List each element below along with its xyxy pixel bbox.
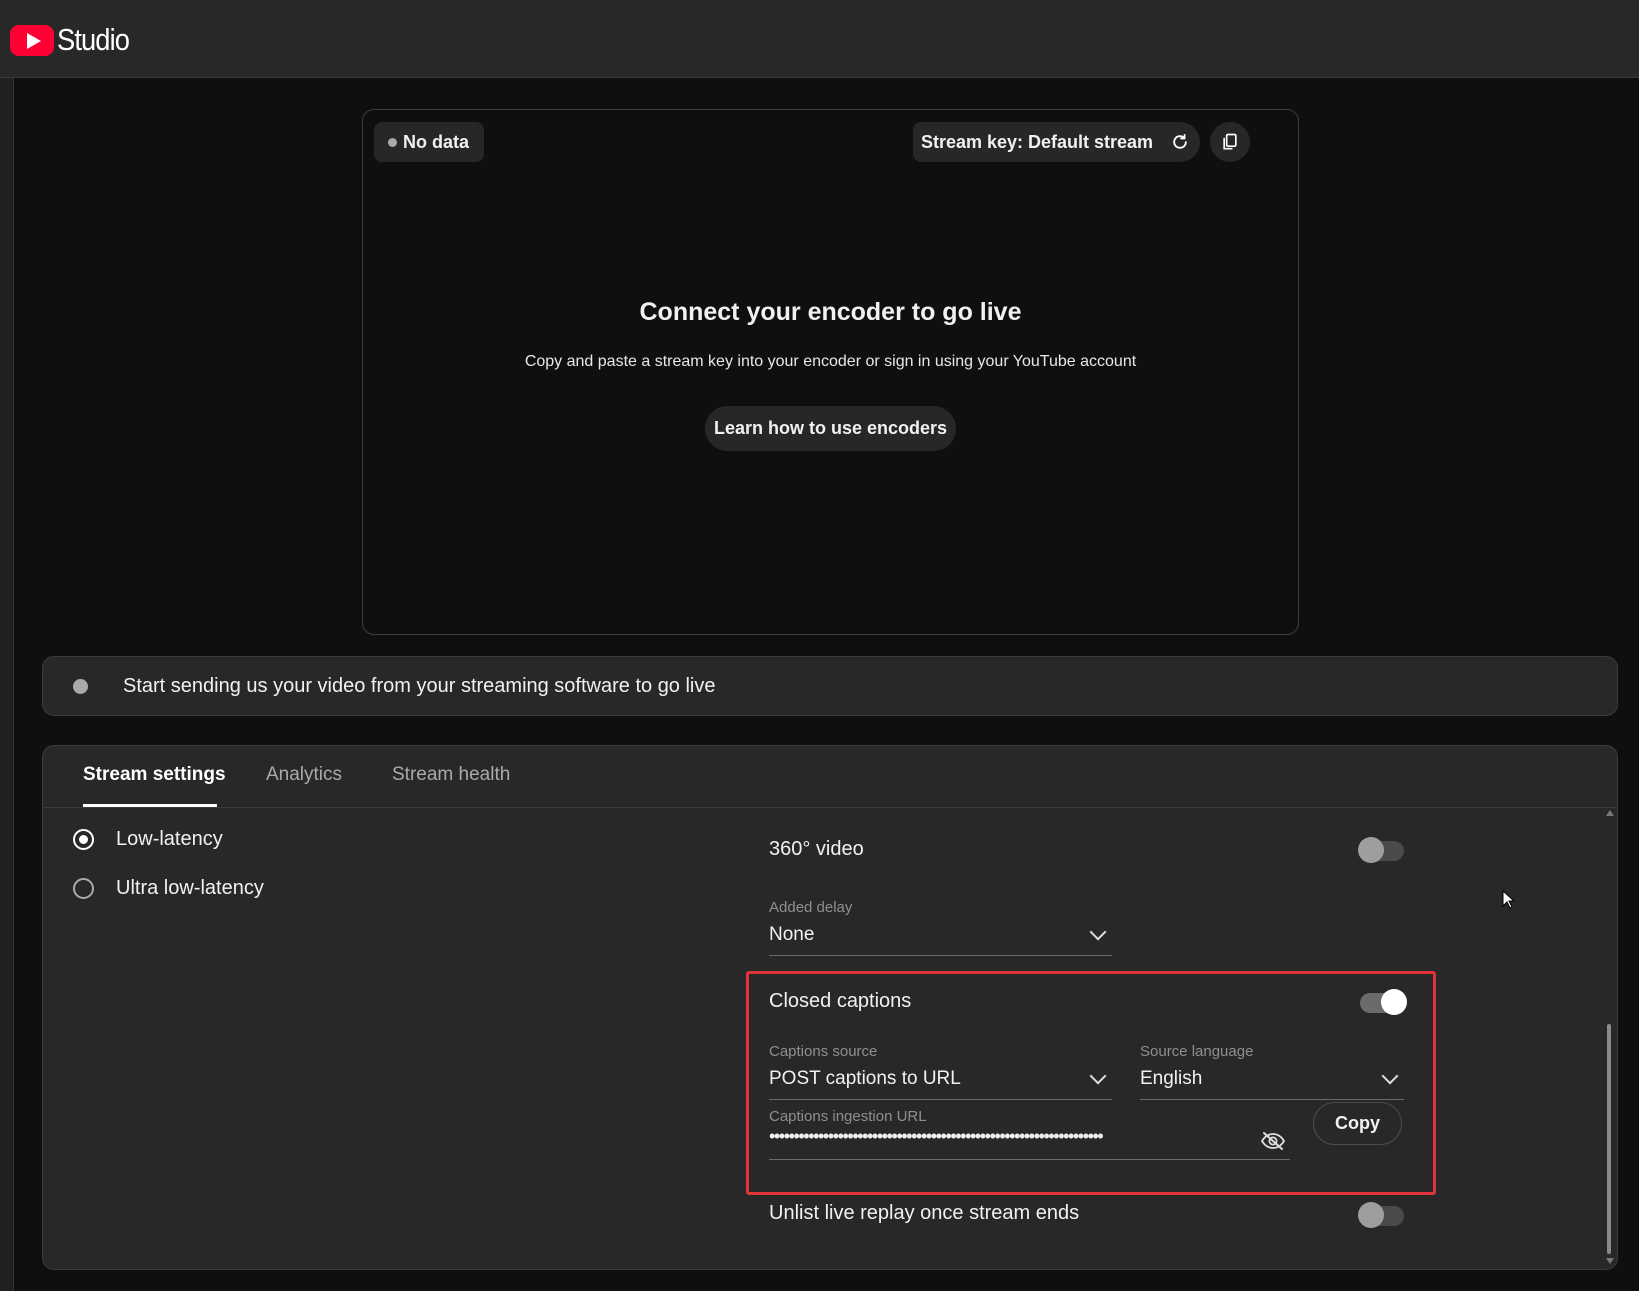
scroll-down-arrow-icon[interactable] [1606,1258,1614,1264]
copy-url-button[interactable]: Copy [1313,1102,1402,1145]
radio-button-selected[interactable] [73,829,94,850]
captions-url-masked: ••••••••••••••••••••••••••••••••••••••••… [769,1126,1104,1146]
status-chip-label: No data [403,131,470,152]
source-language-value: English [1140,1068,1203,1089]
chevron-down-icon [1381,1067,1399,1085]
source-language-label: Source language [1140,1043,1254,1060]
preview-subtitle: Copy and paste a stream key into your en… [524,353,1137,370]
tab-analytics[interactable]: Analytics [266,764,342,786]
mouse-pointer-icon [1502,890,1516,909]
radio-label: Low-latency [116,828,223,850]
tab-stream-settings[interactable]: Stream settings [83,764,226,786]
captions-source-select[interactable]: POST captions to URL [769,1066,1112,1100]
chevron-down-icon [1089,923,1107,941]
unlist-replay-label: Unlist live replay once stream ends [769,1202,1080,1224]
unlist-replay-toggle[interactable] [1358,1202,1404,1228]
status-dot-icon [73,679,88,694]
toggle-knob [1358,837,1384,863]
radio-label: Ultra low-latency [116,877,264,899]
studio-logo[interactable]: Studio [10,22,139,58]
status-dot-icon [388,137,397,147]
eye-off-icon[interactable] [1260,1130,1286,1152]
active-tab-indicator [83,804,217,807]
closed-captions-toggle[interactable] [1360,989,1407,1015]
preview-title: Connect your encoder to go live [639,298,1022,326]
stream-key-dropdown[interactable]: Stream key: Default stream [913,122,1187,162]
added-delay-value: None [769,924,815,945]
tab-stream-health[interactable]: Stream health [392,764,510,786]
source-language-select[interactable]: English [1140,1066,1404,1100]
radio-ultra-low-latency[interactable]: Ultra low-latency [73,877,264,900]
video-360-toggle[interactable] [1358,837,1404,863]
captions-source-value: POST captions to URL [769,1068,961,1089]
added-delay-select[interactable]: None [769,922,1112,956]
captions-source-label: Captions source [769,1043,878,1060]
video-360-label: 360° video [769,838,864,860]
refresh-button[interactable] [1160,122,1200,162]
chevron-down-icon [1089,1067,1107,1085]
added-delay-label: Added delay [769,899,853,916]
settings-scrollbar[interactable] [1605,808,1614,1268]
captions-url-label: Captions ingestion URL [769,1108,927,1125]
youtube-play-icon [10,24,54,56]
stream-preview: No data Stream key: Default stream Conne… [362,109,1299,635]
radio-low-latency[interactable]: Low-latency [73,828,223,851]
refresh-icon [1173,134,1187,149]
tab-bar: Stream settings Analytics Stream health [43,746,1617,808]
toggle-knob [1358,1202,1384,1228]
top-bar: Studio [0,0,1639,78]
left-sidebar-rail [0,78,14,1291]
copy-stream-key-button[interactable] [1210,122,1250,162]
status-bar-text: Start sending us your video from your st… [123,675,716,697]
status-chip: No data [374,122,485,162]
stream-key-label: Stream key: Default stream [920,131,1154,152]
scroll-up-arrow-icon[interactable] [1606,810,1614,816]
toggle-knob [1381,989,1407,1015]
captions-url-field[interactable]: ••••••••••••••••••••••••••••••••••••••••… [769,1126,1290,1160]
learn-encoders-button[interactable]: Learn how to use encoders [705,406,956,451]
settings-panel: Stream settings Analytics Stream health … [42,745,1618,1270]
logo-text: Studio [57,22,130,57]
copy-icon [1223,133,1237,150]
radio-button[interactable] [73,878,94,899]
closed-captions-label: Closed captions [769,990,912,1012]
go-live-status-bar: Start sending us your video from your st… [42,656,1618,716]
scrollbar-thumb[interactable] [1607,1024,1611,1254]
